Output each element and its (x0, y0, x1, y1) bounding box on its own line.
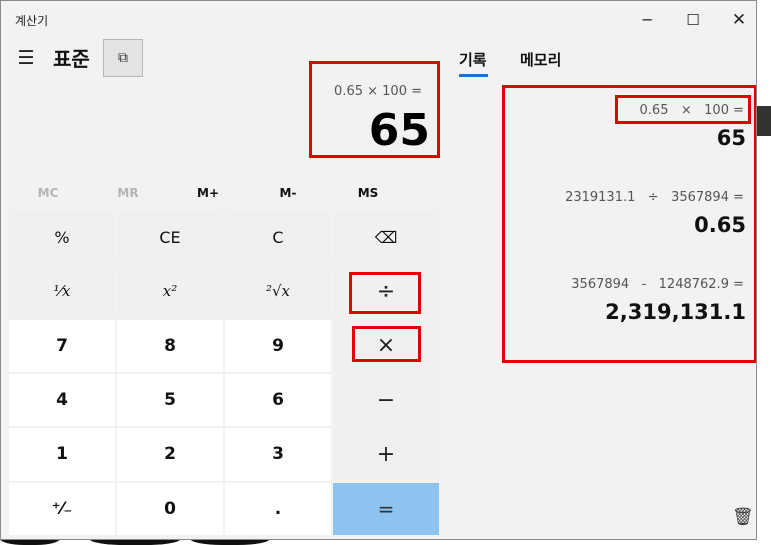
close-button[interactable]: ✕ (716, 1, 756, 39)
minimize-button[interactable]: ─ (624, 1, 670, 39)
maximize-button[interactable]: ☐ (670, 1, 716, 39)
square-button[interactable]: x² (117, 265, 223, 318)
window-title: 계산기 (15, 14, 49, 28)
keep-on-top-icon[interactable]: ⧉ (103, 39, 143, 77)
memory-add-button[interactable]: M+ (178, 186, 238, 200)
tab-memory[interactable]: 메모리 (520, 49, 561, 70)
annotation-box-multiply (352, 326, 421, 362)
annotation-box-divide (349, 272, 421, 314)
digit-8-button[interactable]: 8 (117, 319, 223, 372)
digit-6-button[interactable]: 6 (225, 373, 331, 427)
annotation-box-history-panel (502, 85, 756, 363)
memory-subtract-button[interactable]: M- (258, 186, 318, 200)
keypad: % CE C ⌫ ¹⁄x x² ²√x ÷ 7 8 9 × 4 5 6 − 1 … (9, 211, 439, 535)
annotation-box-display (309, 61, 440, 158)
digit-4-button[interactable]: 4 (9, 373, 115, 427)
calculator-window: 계산기 ─ ☐ ✕ ☰ 표준 ⧉ 0.65 × 100 = 65 MC MR M… (0, 0, 757, 540)
negate-button[interactable]: ⁺⁄₋ (9, 482, 115, 535)
decimal-button[interactable]: . (225, 482, 331, 535)
digit-0-button[interactable]: 0 (117, 482, 223, 535)
title-bar[interactable]: 계산기 ─ ☐ ✕ (1, 1, 756, 39)
digit-9-button[interactable]: 9 (225, 319, 331, 372)
trash-icon[interactable]: 🗑 (732, 507, 754, 527)
digit-5-button[interactable]: 5 (117, 373, 223, 427)
digit-3-button[interactable]: 3 (225, 428, 331, 481)
add-button[interactable]: + (333, 428, 439, 481)
memory-store-button[interactable]: MS (338, 186, 398, 200)
tab-history[interactable]: 기록 (459, 49, 487, 70)
equals-button[interactable]: = (333, 482, 439, 535)
memory-recall-button[interactable]: MR (98, 186, 158, 200)
square-root-button[interactable]: ²√x (225, 265, 331, 318)
backspace-icon[interactable]: ⌫ (333, 211, 439, 264)
digit-2-button[interactable]: 2 (117, 428, 223, 481)
hamburger-menu-icon[interactable]: ☰ (13, 45, 39, 71)
digit-7-button[interactable]: 7 (9, 319, 115, 372)
background-desktop-right (757, 0, 771, 545)
reciprocal-button[interactable]: ¹⁄x (9, 265, 115, 318)
clear-button[interactable]: C (225, 211, 331, 264)
clear-entry-button[interactable]: CE (117, 211, 223, 264)
subtract-button[interactable]: − (333, 373, 439, 427)
mode-title: 표준 (53, 47, 90, 71)
digit-1-button[interactable]: 1 (9, 428, 115, 481)
active-tab-indicator (459, 74, 488, 77)
percent-button[interactable]: % (9, 211, 115, 264)
background-dark-strip (757, 106, 771, 136)
memory-clear-button[interactable]: MC (18, 186, 78, 200)
